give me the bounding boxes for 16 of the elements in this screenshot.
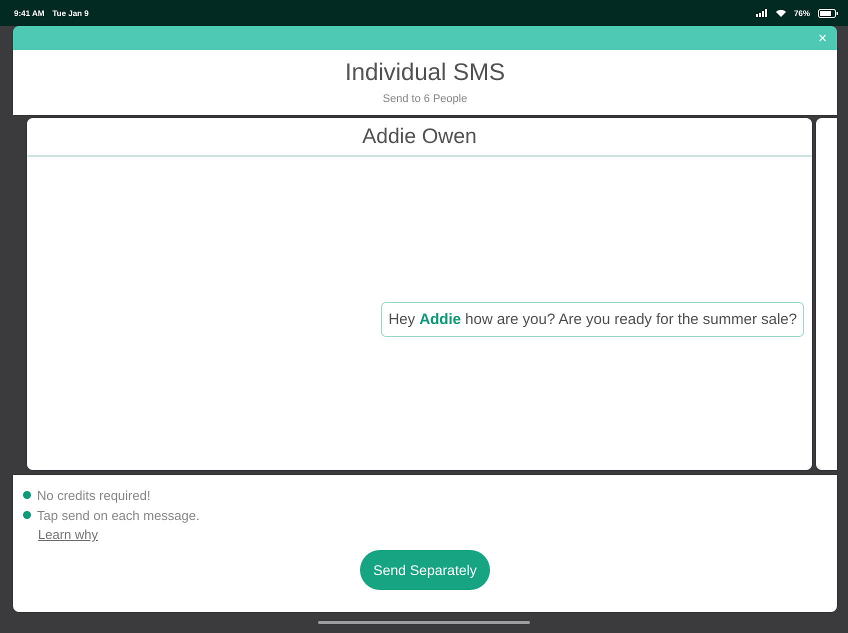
message-bubble[interactable]: Hey Addie how are you? Are you ready for the summer sale?	[381, 302, 804, 337]
note-text: Tap send on each message.	[37, 508, 200, 522]
status-date: Tue Jan 9	[52, 8, 89, 18]
wifi-icon	[776, 9, 786, 17]
learn-why-link[interactable]: Learn why	[38, 527, 98, 542]
next-conversation-card[interactable]	[816, 118, 837, 470]
battery-percentage: 76%	[794, 8, 810, 18]
modal-title: Individual SMS	[344, 59, 506, 87]
send-separately-button[interactable]: Send Separately	[360, 550, 490, 590]
home-indicator[interactable]	[318, 621, 530, 624]
battery-icon	[818, 8, 838, 18]
note-text: No credits required!	[37, 488, 150, 502]
signal-icon	[756, 9, 768, 17]
recipient-name: Addie Owen	[27, 118, 812, 157]
modal-subtitle: Send to 6 People	[382, 93, 468, 105]
status-time: 9:41 AM	[14, 8, 44, 18]
